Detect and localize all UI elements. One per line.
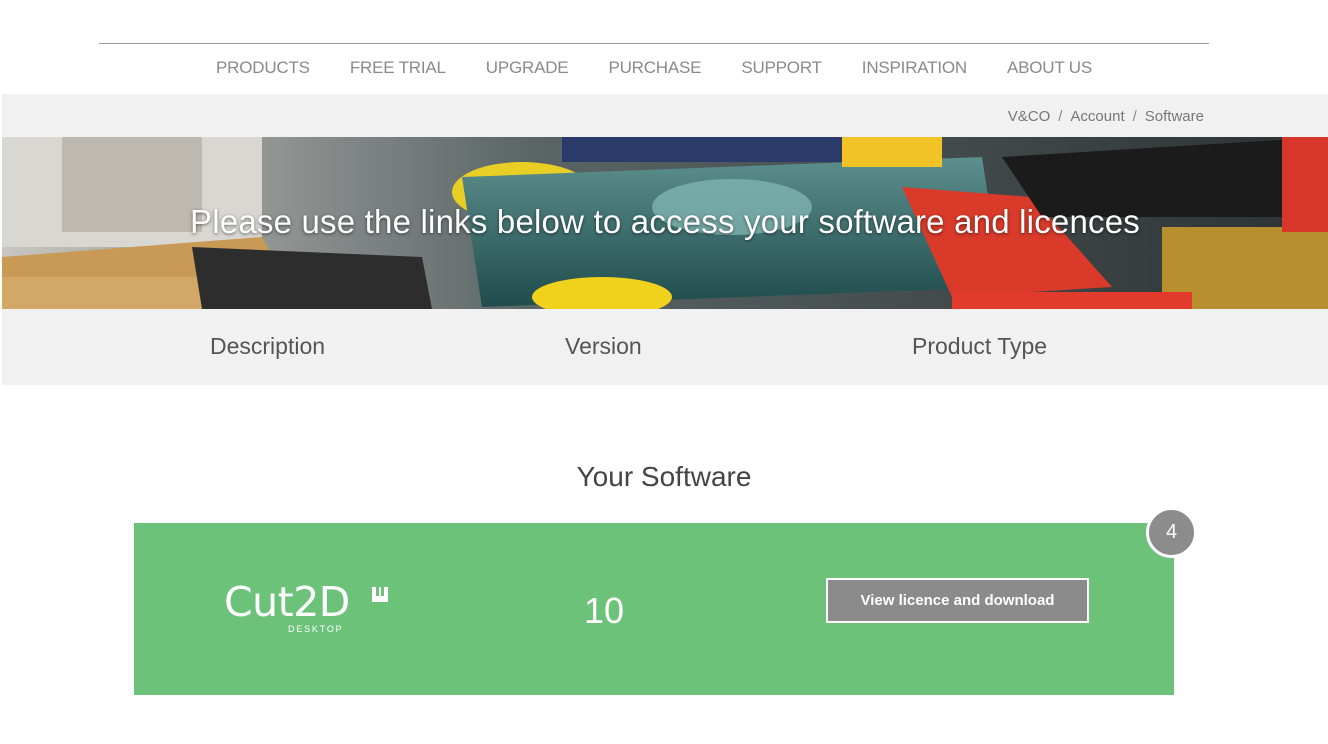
breadcrumb-software: Software [1144, 108, 1204, 125]
breadcrumb: V&CO / Account / Software [1008, 108, 1204, 125]
nav-products[interactable]: PRODUCTS [216, 58, 310, 78]
cut2d-logo: Cut2D DESKTOP [224, 578, 394, 640]
licence-count-badge: 4 [1146, 507, 1197, 558]
nav-purchase[interactable]: PURCHASE [608, 58, 701, 78]
nav-upgrade[interactable]: UPGRADE [486, 58, 569, 78]
breadcrumb-bar: V&CO / Account / Software [2, 94, 1328, 137]
logo-subtitle: DESKTOP [288, 624, 344, 634]
breadcrumb-separator: / [1058, 108, 1063, 125]
hero-banner: Please use the links below to access you… [2, 137, 1328, 309]
logo-text: Cut2D [224, 578, 350, 626]
column-version: Version [565, 333, 642, 359]
breadcrumb-separator: / [1132, 108, 1137, 125]
software-card: Cut2D DESKTOP 10 View licence and downlo… [134, 523, 1174, 695]
column-description: Description [210, 333, 326, 359]
table-header: Description Version Product Type [2, 309, 1328, 385]
nav-support[interactable]: SUPPORT [741, 58, 822, 78]
top-nav: PRODUCTS FREE TRIAL UPGRADE PURCHASE SUP… [99, 43, 1209, 95]
page: PRODUCTS FREE TRIAL UPGRADE PURCHASE SUP… [0, 0, 1328, 744]
breadcrumb-account[interactable]: Account [1070, 108, 1124, 125]
main-menu: PRODUCTS FREE TRIAL UPGRADE PURCHASE SUP… [99, 58, 1209, 78]
nav-inspiration[interactable]: INSPIRATION [862, 58, 967, 78]
view-licence-download-button[interactable]: View licence and download [826, 578, 1089, 623]
nav-free-trial[interactable]: FREE TRIAL [350, 58, 446, 78]
hero-title: Please use the links below to access you… [190, 203, 1140, 240]
breadcrumb-home[interactable]: V&CO [1008, 108, 1051, 125]
section-title: Your Software [576, 461, 752, 492]
logo-mark-icon [372, 587, 388, 602]
software-version: 10 [584, 590, 625, 631]
nav-about-us[interactable]: ABOUT US [1007, 58, 1092, 78]
column-product-type: Product Type [912, 333, 1048, 359]
